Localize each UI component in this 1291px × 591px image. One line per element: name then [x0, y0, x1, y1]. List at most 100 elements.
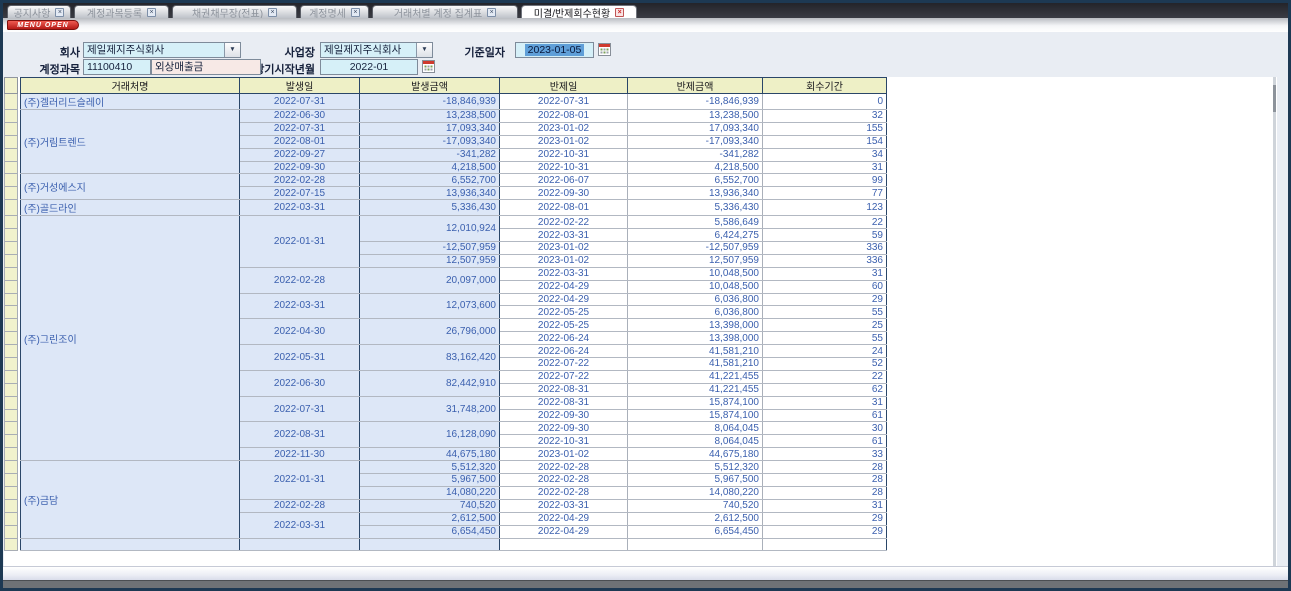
cell-occur-date[interactable]: 2022-09-30 [240, 161, 360, 174]
cell-days[interactable]: 29 [763, 525, 887, 538]
row-selector[interactable] [5, 409, 18, 422]
cell-occur-amount[interactable]: 5,336,430 [360, 200, 500, 216]
row-selector[interactable] [5, 94, 18, 110]
cell-occur-amount[interactable]: -18,846,939 [360, 94, 500, 110]
column-header-5[interactable]: 반제금액 [628, 78, 763, 94]
cell-occur-amount[interactable]: 14,080,220 [360, 486, 500, 499]
cell-days[interactable]: 55 [763, 332, 887, 345]
cell-settle-date[interactable]: 2022-07-31 [500, 94, 628, 110]
row-selector[interactable] [5, 474, 18, 487]
site-select[interactable]: 제일제지주식회사 ▼ [320, 42, 433, 58]
cell-customer[interactable]: (주)그린조이 [21, 216, 240, 461]
column-header-6[interactable]: 회수기간 [763, 78, 887, 94]
calendar-icon[interactable] [598, 43, 611, 56]
cell-settle-date[interactable]: 2023-01-02 [500, 254, 628, 267]
cell-days[interactable]: 28 [763, 486, 887, 499]
cell-settle-date[interactable]: 2022-08-01 [500, 200, 628, 216]
cell-settle-amount[interactable]: 13,238,500 [628, 110, 763, 123]
cell-days[interactable]: 29 [763, 512, 887, 525]
cell-settle-amount[interactable]: -341,282 [628, 148, 763, 161]
cell-settle-amount[interactable]: 6,036,800 [628, 293, 763, 306]
cell-settle-date[interactable]: 2022-02-28 [500, 461, 628, 474]
cell-settle-date[interactable]: 2023-01-02 [500, 448, 628, 461]
cell-settle-amount[interactable]: 41,581,210 [628, 358, 763, 371]
cell-settle-amount[interactable]: 4,218,500 [628, 161, 763, 174]
cell-occur-date[interactable]: 2022-02-28 [240, 174, 360, 187]
cell-customer[interactable]: (주)금담 [21, 461, 240, 538]
vertical-scrollbar[interactable] [1273, 77, 1276, 566]
close-icon[interactable]: × [615, 8, 624, 17]
cell-days[interactable]: 0 [763, 94, 887, 110]
cell-settle-amount[interactable]: 12,507,959 [628, 254, 763, 267]
cell-occur-date[interactable]: 2022-07-15 [240, 187, 360, 200]
cell-days[interactable]: 30 [763, 422, 887, 435]
cell-days[interactable]: 28 [763, 474, 887, 487]
cell-settle-date[interactable] [500, 538, 628, 551]
cell-occur-date[interactable]: 2022-07-31 [240, 122, 360, 135]
cell-settle-date[interactable]: 2022-09-30 [500, 187, 628, 200]
row-selector[interactable] [5, 370, 18, 383]
row-selector[interactable] [5, 512, 18, 525]
cell-occur-date[interactable]: 2022-01-31 [240, 461, 360, 500]
cell-occur-date[interactable]: 2022-06-30 [240, 370, 360, 396]
cell-occur-amount[interactable]: 12,010,924 [360, 216, 500, 242]
cell-days[interactable]: 33 [763, 448, 887, 461]
cell-occur-date[interactable] [240, 538, 360, 551]
row-selector[interactable] [5, 122, 18, 135]
cell-settle-amount[interactable]: 15,874,100 [628, 396, 763, 409]
cell-days[interactable]: 61 [763, 409, 887, 422]
row-selector[interactable] [5, 187, 18, 200]
cell-settle-date[interactable]: 2022-05-25 [500, 319, 628, 332]
cell-customer[interactable]: (주)겔러리드슬레이 [21, 94, 240, 110]
cell-settle-date[interactable]: 2022-09-30 [500, 422, 628, 435]
row-selector[interactable] [5, 345, 18, 358]
cell-settle-date[interactable]: 2022-08-31 [500, 396, 628, 409]
row-selector[interactable] [5, 174, 18, 187]
cell-days[interactable]: 62 [763, 383, 887, 396]
row-selector[interactable] [5, 306, 18, 319]
row-selector[interactable] [5, 200, 18, 216]
cell-customer[interactable]: (주)골드라인 [21, 200, 240, 216]
cell-settle-amount[interactable]: 6,424,275 [628, 229, 763, 242]
cell-settle-amount[interactable]: 10,048,500 [628, 267, 763, 280]
cell-settle-date[interactable]: 2022-04-29 [500, 525, 628, 538]
cell-settle-date[interactable]: 2023-01-02 [500, 122, 628, 135]
cell-occur-amount[interactable]: 82,442,910 [360, 370, 500, 396]
cell-days[interactable]: 99 [763, 174, 887, 187]
cell-occur-date[interactable]: 2022-09-27 [240, 148, 360, 161]
cell-occur-amount[interactable]: 20,097,000 [360, 267, 500, 293]
cell-days[interactable] [763, 538, 887, 551]
period-start-input[interactable]: 2022-01 [320, 59, 418, 75]
column-header-4[interactable]: 반제일 [500, 78, 628, 94]
cell-days[interactable]: 28 [763, 461, 887, 474]
row-selector[interactable] [5, 254, 18, 267]
cell-occur-date[interactable]: 2022-04-30 [240, 319, 360, 345]
horizontal-scrollbar[interactable] [3, 566, 1288, 580]
cell-settle-amount[interactable]: -17,093,340 [628, 135, 763, 148]
close-icon[interactable]: × [147, 8, 156, 17]
column-header-3[interactable]: 발생금액 [360, 78, 500, 94]
cell-settle-amount[interactable]: 5,512,320 [628, 461, 763, 474]
cell-settle-amount[interactable]: 41,581,210 [628, 345, 763, 358]
row-selector[interactable] [5, 242, 18, 255]
cell-settle-date[interactable]: 2022-04-29 [500, 293, 628, 306]
cell-days[interactable]: 60 [763, 280, 887, 293]
cell-occur-date[interactable]: 2022-03-31 [240, 293, 360, 319]
cell-days[interactable]: 154 [763, 135, 887, 148]
row-selector[interactable] [5, 148, 18, 161]
cell-settle-amount[interactable]: 6,036,800 [628, 306, 763, 319]
cell-settle-amount[interactable]: 5,967,500 [628, 474, 763, 487]
cell-occur-date[interactable]: 2022-08-31 [240, 422, 360, 448]
cell-settle-date[interactable]: 2022-10-31 [500, 148, 628, 161]
cell-settle-amount[interactable]: 2,612,500 [628, 512, 763, 525]
row-selector[interactable] [5, 332, 18, 345]
cell-occur-amount[interactable]: 2,612,500 [360, 512, 500, 525]
cell-settle-date[interactable]: 2022-07-22 [500, 370, 628, 383]
cell-settle-amount[interactable]: 13,936,340 [628, 187, 763, 200]
cell-occur-amount[interactable]: 13,238,500 [360, 110, 500, 123]
account-code-input[interactable]: 11100410 [83, 59, 151, 75]
cell-days[interactable]: 22 [763, 216, 887, 229]
cell-settle-amount[interactable]: 41,221,455 [628, 383, 763, 396]
cell-days[interactable]: 123 [763, 200, 887, 216]
close-icon[interactable]: × [487, 8, 496, 17]
